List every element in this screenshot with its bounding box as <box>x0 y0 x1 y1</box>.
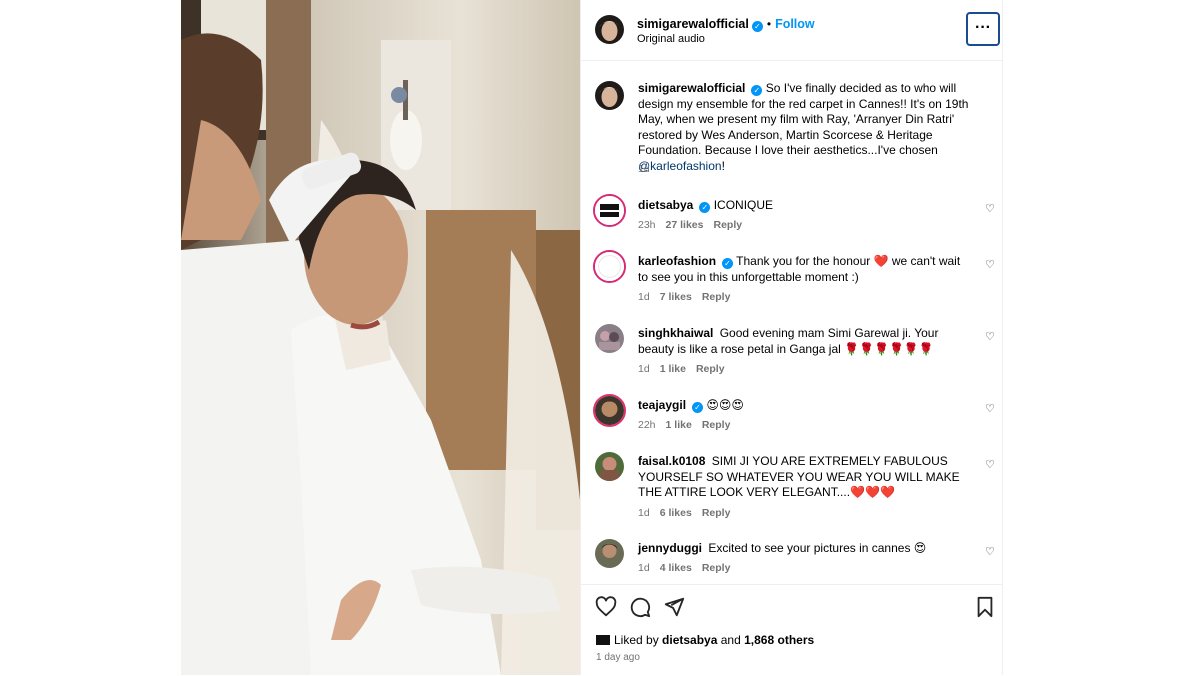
reply-button[interactable]: Reply <box>713 219 742 231</box>
comment-time[interactable]: 22h <box>638 419 656 431</box>
header-top-line: simigarewalofficial ✓ • Follow <box>637 15 815 33</box>
separator-dot: • <box>766 17 772 31</box>
post-details-panel: simigarewalofficial ✓ • Follow Original aud… <box>580 0 1003 675</box>
comment-meta: 1d 1 like Reply <box>638 363 735 375</box>
verified-icon: ✓ <box>722 258 734 269</box>
more-icon: ··· <box>975 19 991 36</box>
comment-avatar[interactable] <box>595 539 624 568</box>
comment-like-heart-icon[interactable]: ♡ <box>985 545 995 558</box>
caption-time[interactable]: 1d <box>638 163 650 175</box>
comment-like-heart-icon[interactable]: ♡ <box>985 458 995 471</box>
comment-username[interactable]: faisal.k0108 <box>638 454 705 468</box>
comment-body: 😍😍😍 <box>706 398 744 412</box>
comment-text: teajaygil ✓ 😍😍😍 <box>638 398 973 414</box>
comment-like-heart-icon[interactable]: ♡ <box>985 202 995 215</box>
bookmark-icon[interactable] <box>974 596 996 623</box>
comment-likes[interactable]: 4 likes <box>660 562 692 574</box>
liked-by-prefix: Liked by <box>614 633 659 647</box>
comment-likes[interactable]: 1 like <box>660 363 686 375</box>
comment-meta: 22h 1 like Reply <box>638 419 740 431</box>
comment-username[interactable]: jennyduggi <box>638 541 702 555</box>
comment-avatar[interactable] <box>593 250 626 283</box>
liker-avatar <box>596 635 610 645</box>
comment-text: dietsabya ✓ ICONIQUE <box>638 198 973 214</box>
comment-time[interactable]: 1d <box>638 507 650 519</box>
comment-text: singhkhaiwal Good evening mam Simi Garew… <box>638 326 973 357</box>
comment-meta: 1d 6 likes Reply <box>638 507 740 519</box>
comment-meta: 1d 7 likes Reply <box>638 291 740 303</box>
comment-avatar[interactable] <box>595 324 624 353</box>
comment-username[interactable]: karleofashion <box>638 254 716 268</box>
comment-like-heart-icon[interactable]: ♡ <box>985 402 995 415</box>
reply-button[interactable]: Reply <box>702 419 731 431</box>
comment-icon[interactable] <box>629 596 651 623</box>
heart-icon[interactable] <box>595 596 617 623</box>
comment-text: jennyduggi Excited to see your pictures … <box>638 541 973 557</box>
comment-username[interactable]: teajaygil <box>638 398 686 412</box>
reply-button[interactable]: Reply <box>696 363 725 375</box>
comment-like-heart-icon[interactable]: ♡ <box>985 330 995 343</box>
comment-body: ICONIQUE <box>713 198 774 212</box>
follow-button[interactable]: Follow <box>775 17 815 31</box>
post-header: simigarewalofficial ✓ • Follow Original aud… <box>581 0 1002 61</box>
comment-meta: 23h 27 likes Reply <box>638 219 752 231</box>
comment-time[interactable]: 1d <box>638 562 650 574</box>
caption-text: simigarewalofficial ✓ So I've finally dec… <box>638 81 988 174</box>
reply-button[interactable]: Reply <box>702 562 731 574</box>
comment-time[interactable]: 23h <box>638 219 656 231</box>
comment-username[interactable]: dietsabya <box>638 198 693 212</box>
post-media-video[interactable] <box>181 0 580 675</box>
comment-body: Excited to see your pictures in cannes 😍 <box>708 541 927 555</box>
author-avatar[interactable] <box>595 15 624 44</box>
video-frame-illustration <box>181 0 580 675</box>
comment-time[interactable]: 1d <box>638 363 650 375</box>
post-time-ago[interactable]: 1 day ago <box>596 652 640 663</box>
comment-time[interactable]: 1d <box>638 291 650 303</box>
liked-by-user[interactable]: dietsabya <box>662 633 717 647</box>
author-username[interactable]: simigarewalofficial <box>637 17 749 31</box>
verified-icon: ✓ <box>692 402 704 413</box>
caption-body-end: ! <box>721 158 725 173</box>
comment-avatar[interactable] <box>593 394 626 427</box>
comment-avatar[interactable] <box>595 452 624 481</box>
audio-label[interactable]: Original audio <box>637 33 705 45</box>
verified-icon: ✓ <box>751 85 763 96</box>
caption-username[interactable]: simigarewalofficial <box>638 81 745 95</box>
liked-others-link[interactable]: 1,868 others <box>744 633 814 647</box>
comment-username[interactable]: singhkhaiwal <box>638 326 713 340</box>
liked-and: and <box>720 633 741 647</box>
comment-text: karleofashion ✓ Thank you for the honour … <box>638 254 973 285</box>
comment-avatar[interactable] <box>593 194 626 227</box>
comment-likes[interactable]: 1 like <box>666 419 692 431</box>
likes-summary: Liked by dietsabya and 1,868 others <box>596 633 814 647</box>
reply-button[interactable]: Reply <box>702 291 731 303</box>
verified-icon: ✓ <box>699 202 711 213</box>
comment-likes[interactable]: 27 likes <box>666 219 704 231</box>
post-actions-bar: Liked by dietsabya and 1,868 others 1 da… <box>581 584 1002 676</box>
share-icon[interactable] <box>663 596 685 623</box>
comment-meta: 1d 4 likes Reply <box>638 562 740 574</box>
more-options-button[interactable]: ··· <box>966 12 1000 46</box>
comments-scroll-area[interactable]: simigarewalofficial ✓ So I've finally dec… <box>581 61 1002 583</box>
caption-avatar[interactable] <box>595 81 624 110</box>
comment-like-heart-icon[interactable]: ♡ <box>985 258 995 271</box>
comment-likes[interactable]: 6 likes <box>660 507 692 519</box>
reply-button[interactable]: Reply <box>702 507 731 519</box>
comment-likes[interactable]: 7 likes <box>660 291 692 303</box>
comment-text: faisal.k0108 SIMI JI YOU ARE EXTREMELY F… <box>638 454 973 501</box>
caption-meta: 1d <box>638 163 660 175</box>
verified-icon: ✓ <box>751 21 763 32</box>
